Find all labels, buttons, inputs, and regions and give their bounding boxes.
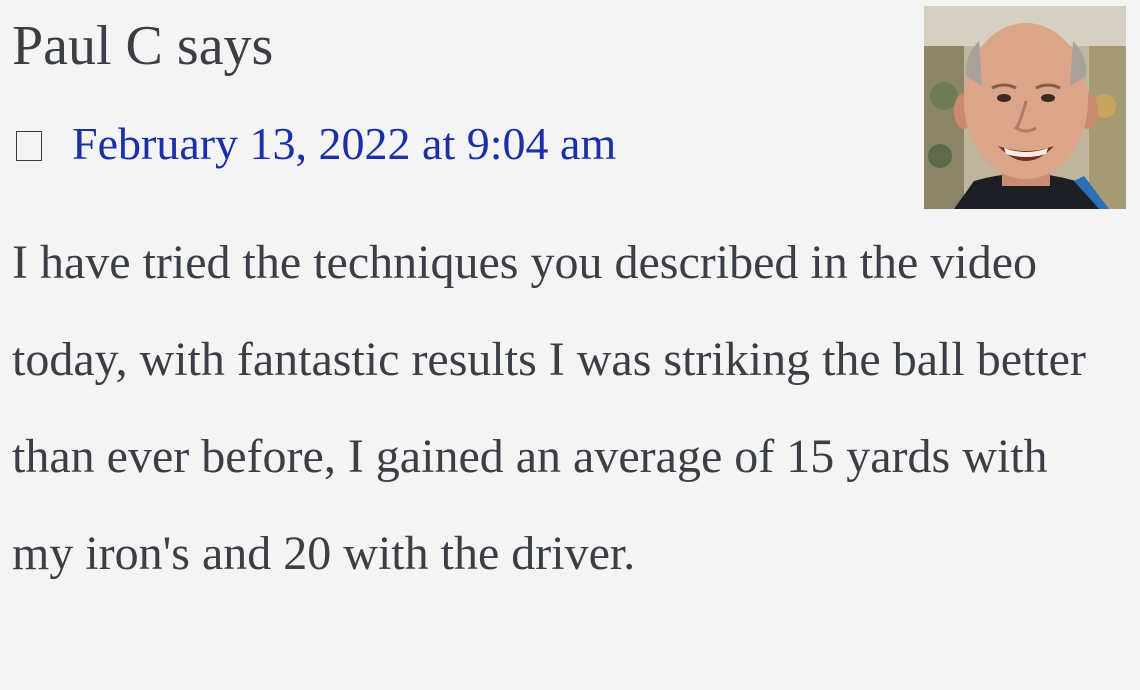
avatar-photo [924, 6, 1126, 209]
comment-body: I have tried the techniques you describe… [12, 236, 1086, 580]
avatar [924, 6, 1126, 209]
comment-meta: February 13, 2022 at 9:04 am [16, 112, 616, 176]
comment-date-link[interactable]: February 13, 2022 at 9:04 am [72, 112, 616, 176]
comment: Paul C says February 13, 2022 at 9:04 am [0, 0, 1140, 690]
comment-author: Paul C says [12, 15, 274, 77]
clock-icon [16, 131, 42, 161]
